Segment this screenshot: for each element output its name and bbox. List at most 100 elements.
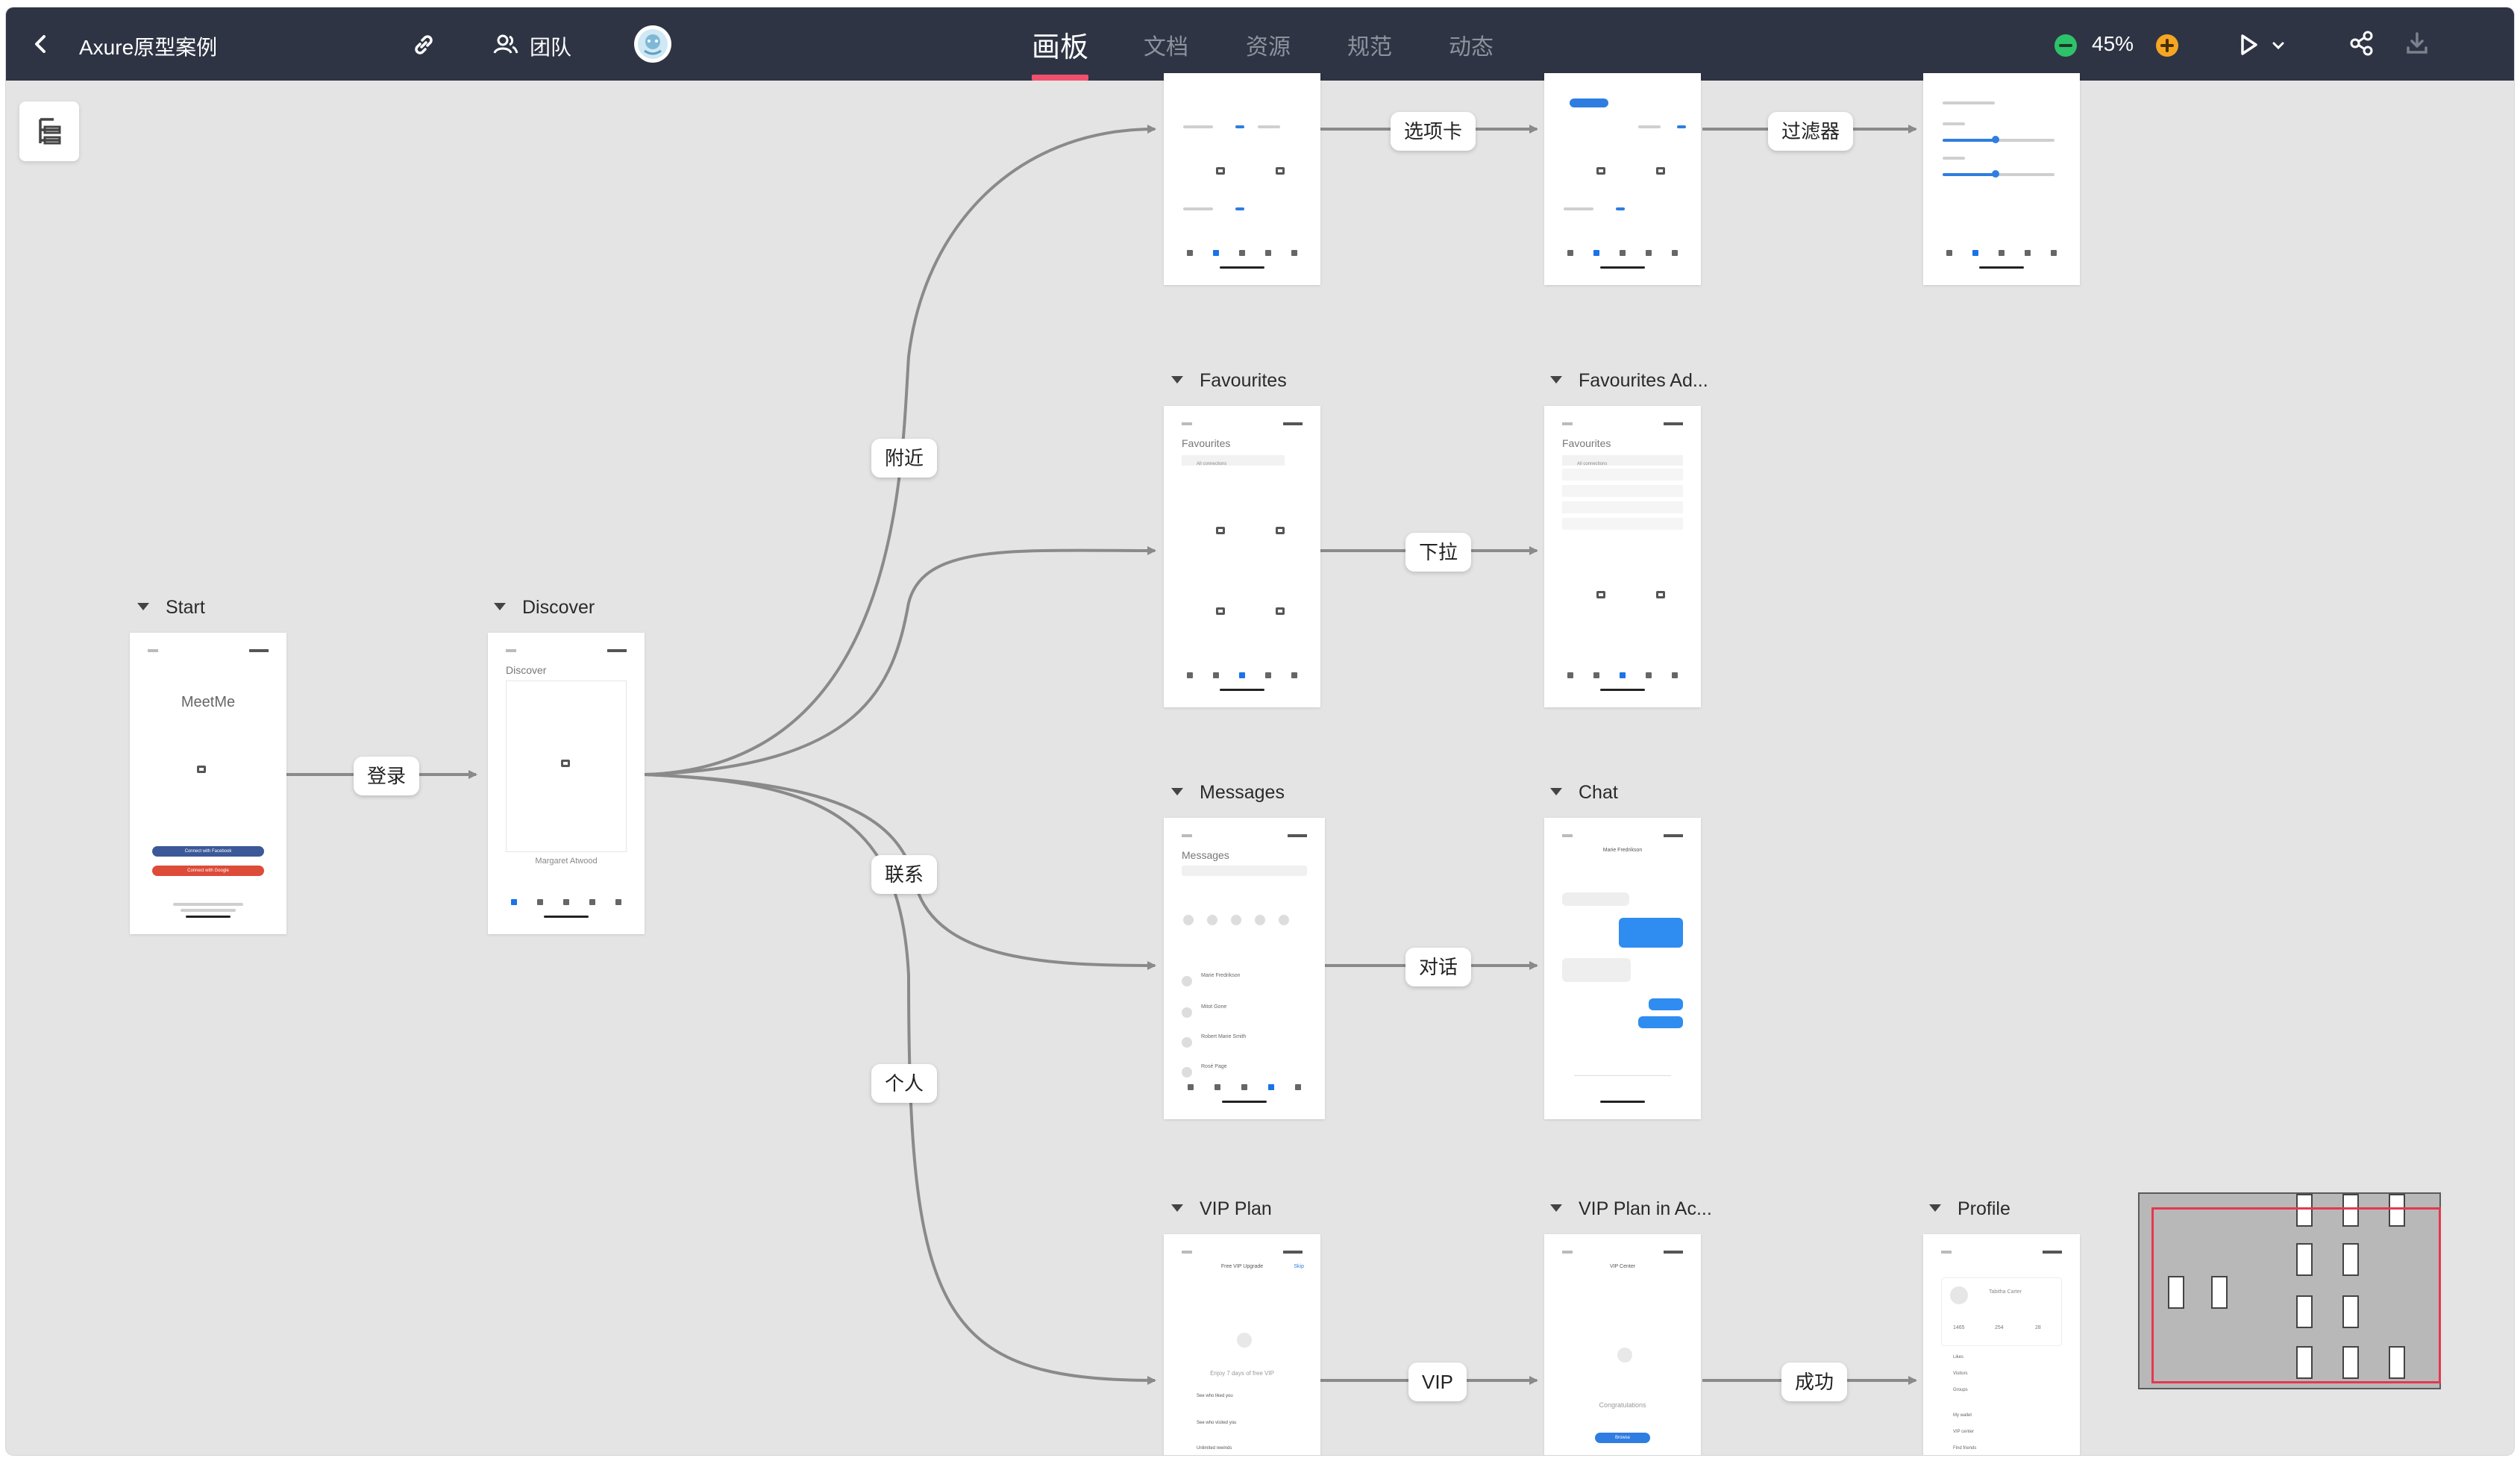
frame-title-chat[interactable]: Chat — [1550, 782, 1618, 804]
tab-activity[interactable]: 动态 — [1449, 28, 1493, 61]
chat-contact: Marie Fredrikson — [1602, 848, 1643, 853]
image-placeholder-icon — [1656, 167, 1665, 175]
status-bar — [1941, 1251, 2062, 1257]
back-button[interactable] — [30, 31, 52, 57]
frame-title-vip-active[interactable]: VIP Plan in Ac... — [1550, 1198, 1712, 1220]
dropdown-option — [1562, 485, 1683, 497]
phone-start: MeetMe Connect with Facebook Connect wit… — [143, 646, 273, 921]
profile-name: Tabitha Carter — [1989, 1289, 2022, 1295]
phone-favourites: Favourites All connections — [1177, 419, 1307, 694]
frame-vip-active[interactable]: VIP Center Congratulations Browse — [1544, 1234, 1701, 1455]
chevron-left-icon — [35, 35, 46, 53]
tab-docs[interactable]: 文档 — [1144, 28, 1188, 61]
frame-chat[interactable]: Marie Fredrikson — [1544, 818, 1701, 1119]
incoming-bubble — [1562, 958, 1631, 982]
frame-title-start[interactable]: Start — [137, 597, 205, 619]
profile-stat: 1465 — [1953, 1325, 1965, 1330]
preview-menu-button[interactable] — [2271, 40, 2286, 51]
home-indicator — [186, 916, 231, 918]
facebook-button: Connect with Facebook — [152, 846, 264, 857]
share-button[interactable] — [2348, 30, 2375, 57]
dropdown-option — [1562, 501, 1683, 513]
slider-knob — [1992, 136, 1999, 143]
message-input — [1574, 1068, 1671, 1076]
image-placeholder-icon — [561, 760, 570, 767]
avatar — [1237, 1333, 1252, 1348]
tab-assets[interactable]: 资源 — [1246, 28, 1291, 61]
frame-vip-plan[interactable]: Free VIP Upgrade Skip Enjoy 7 days of fr… — [1164, 1234, 1320, 1455]
frame-favourites[interactable]: Favourites All connections — [1164, 406, 1320, 707]
tab-bar — [501, 895, 631, 909]
link-label-pull[interactable]: 下拉 — [1405, 533, 1472, 572]
link-label-dialog[interactable]: 对话 — [1405, 948, 1472, 986]
plus-circle-icon — [2160, 39, 2174, 52]
frame-profile[interactable]: Tabitha Carter 1465 254 28 Likes Visitor… — [1923, 1234, 2080, 1455]
profile-menu-item: My wallet — [1953, 1413, 1972, 1418]
frame-title-discover[interactable]: Discover — [494, 597, 595, 619]
terms-text — [173, 903, 243, 906]
zoom-out-button[interactable] — [2054, 34, 2077, 57]
card-caption — [1258, 125, 1280, 128]
image-placeholder-icon — [1216, 167, 1225, 175]
tab-spec[interactable]: 规范 — [1347, 28, 1392, 61]
minimap-viewport[interactable] — [2151, 1207, 2441, 1383]
tab-bar — [1177, 1080, 1311, 1094]
tab-bar — [1558, 246, 1687, 260]
tab-artboard[interactable]: 画板 — [1032, 24, 1088, 65]
frame-discover[interactable]: Discover Margaret Atwood — [488, 633, 645, 934]
age-slider — [1943, 173, 1995, 176]
copy-link-button[interactable] — [409, 30, 439, 60]
phone-nearby-tabs — [1558, 87, 1687, 272]
vip-feature: See who liked you — [1197, 1394, 1233, 1398]
download-button[interactable] — [2404, 30, 2430, 57]
link-discover-favourites — [644, 545, 1156, 776]
artboard-canvas[interactable]: 登录 附近 选项卡 过滤器 下拉 联系 对话 个人 VIP 成功 Start D… — [6, 73, 2514, 1455]
terms-text-2 — [181, 909, 236, 912]
link-label-tabs[interactable]: 选项卡 — [1391, 112, 1476, 151]
phone-nearby-filter — [1937, 87, 2066, 272]
frame-nearby-filter[interactable] — [1923, 73, 2080, 285]
profile-menu-item: Likes — [1953, 1355, 1964, 1360]
zoom-in-button[interactable] — [2156, 34, 2178, 57]
image-placeholder-icon — [1276, 167, 1285, 175]
user-avatar[interactable] — [634, 25, 671, 63]
frame-favourites-ad[interactable]: Favourites All connections — [1544, 406, 1701, 707]
home-indicator — [1979, 266, 2024, 269]
status-bar — [1562, 1251, 1683, 1257]
link-label-filter[interactable]: 过滤器 — [1768, 112, 1854, 151]
image-placeholder-icon — [1276, 527, 1285, 534]
link-label-login[interactable]: 登录 — [354, 757, 420, 795]
phone-profile: Tabitha Carter 1465 254 28 Likes Visitor… — [1937, 1248, 2066, 1451]
preview-button[interactable] — [2237, 31, 2260, 58]
outline-toggle-button[interactable] — [19, 101, 79, 161]
phone-vip-plan: Free VIP Upgrade Skip Enjoy 7 days of fr… — [1177, 1248, 1307, 1451]
link-label-vip[interactable]: VIP — [1408, 1363, 1467, 1401]
link-label-personal[interactable]: 个人 — [871, 1064, 938, 1103]
team-button[interactable]: 团队 — [492, 28, 582, 61]
download-icon — [2407, 32, 2427, 54]
card-caption — [1183, 125, 1213, 128]
frame-title-profile[interactable]: Profile — [1929, 1198, 2010, 1220]
zoom-level: 45% — [2092, 32, 2134, 55]
badge — [1235, 125, 1244, 128]
link-label-success[interactable]: 成功 — [1781, 1363, 1848, 1401]
link-label-contact[interactable]: 联系 — [871, 855, 938, 894]
frame-title-favourites-ad[interactable]: Favourites Ad... — [1550, 370, 1708, 392]
frame-title-messages[interactable]: Messages — [1171, 782, 1285, 804]
frame-title-vip-plan[interactable]: VIP Plan — [1171, 1198, 1272, 1220]
frame-nearby-tabs[interactable] — [1544, 73, 1701, 285]
avatar — [1183, 915, 1194, 925]
frame-nearby[interactable] — [1164, 73, 1320, 285]
minimap[interactable] — [2138, 1192, 2441, 1389]
project-title: Axure原型案例 — [79, 36, 218, 59]
frame-messages[interactable]: Messages Marie Fredrikson Mitot Gone Rob… — [1164, 818, 1325, 1119]
badge — [1616, 207, 1625, 210]
image-placeholder-icon — [1216, 527, 1225, 534]
avatar-icon — [638, 29, 668, 59]
vip-feature: Unlimited rewinds — [1197, 1446, 1232, 1451]
link-label-nearby[interactable]: 附近 — [871, 439, 938, 478]
frame-start[interactable]: MeetMe Connect with Facebook Connect wit… — [130, 633, 286, 934]
app-name: MeetMe — [181, 694, 236, 710]
frame-title-favourites[interactable]: Favourites — [1171, 370, 1287, 392]
search-field — [1182, 866, 1307, 876]
